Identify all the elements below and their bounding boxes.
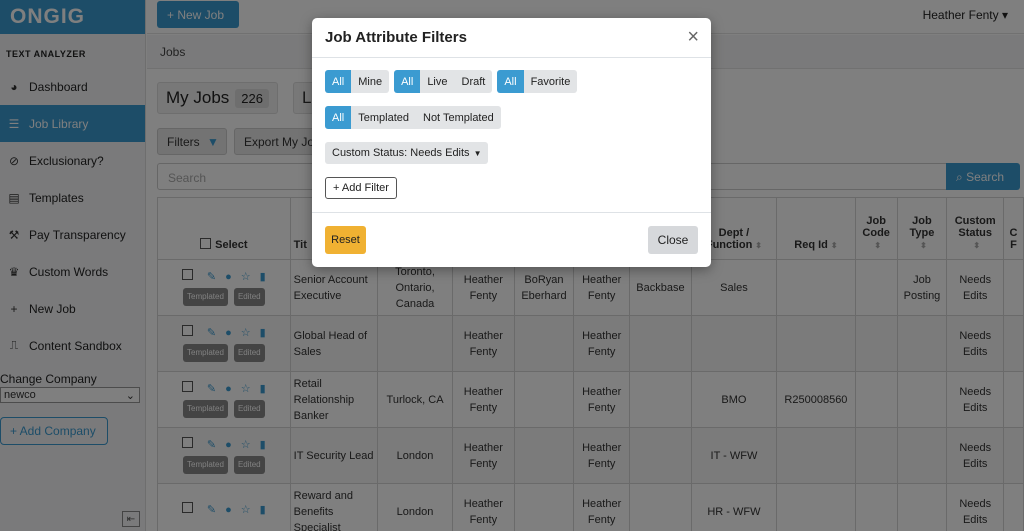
modal-title: Job Attribute Filters [325, 29, 467, 46]
custom-status-dropdown[interactable]: Custom Status: Needs Edits ▼ [325, 142, 489, 164]
reset-button[interactable]: Reset [325, 226, 366, 254]
template-toggle-group: All Templated Not Templated [325, 106, 501, 129]
template-option-not-templated[interactable]: Not Templated [416, 106, 501, 129]
filter-row-owner-status-favorite: All Mine All Live Draft All Favorite [325, 70, 698, 93]
template-option-templated[interactable]: Templated [351, 106, 416, 129]
favorite-toggle-group: All Favorite [497, 70, 578, 93]
status-option-live[interactable]: Live [420, 70, 455, 93]
owner-option-all[interactable]: All [325, 70, 352, 93]
add-filter-button[interactable]: + Add Filter [325, 177, 397, 199]
favorite-option-favorite[interactable]: Favorite [523, 70, 578, 93]
close-button[interactable]: Close [648, 226, 698, 254]
status-toggle-group: All Live Draft [394, 70, 493, 93]
filter-row-template: All Templated Not Templated [325, 106, 698, 129]
caret-down-icon: ▼ [473, 148, 482, 158]
modal-header: Job Attribute Filters × [312, 18, 711, 58]
owner-toggle-group: All Mine [325, 70, 390, 93]
owner-option-mine[interactable]: Mine [351, 70, 390, 93]
template-option-all[interactable]: All [325, 106, 352, 129]
close-icon[interactable]: × [687, 27, 699, 47]
favorite-option-all[interactable]: All [497, 70, 524, 93]
job-attribute-filters-modal: Job Attribute Filters × All Mine All Live D… [312, 18, 711, 267]
custom-status-value: Custom Status: Needs Edits [332, 147, 470, 159]
status-option-draft[interactable]: Draft [454, 70, 493, 93]
modal-body: All Mine All Live Draft All Favorite All Temp… [312, 58, 711, 213]
modal-footer: Reset Close [312, 213, 711, 266]
status-option-all[interactable]: All [394, 70, 421, 93]
